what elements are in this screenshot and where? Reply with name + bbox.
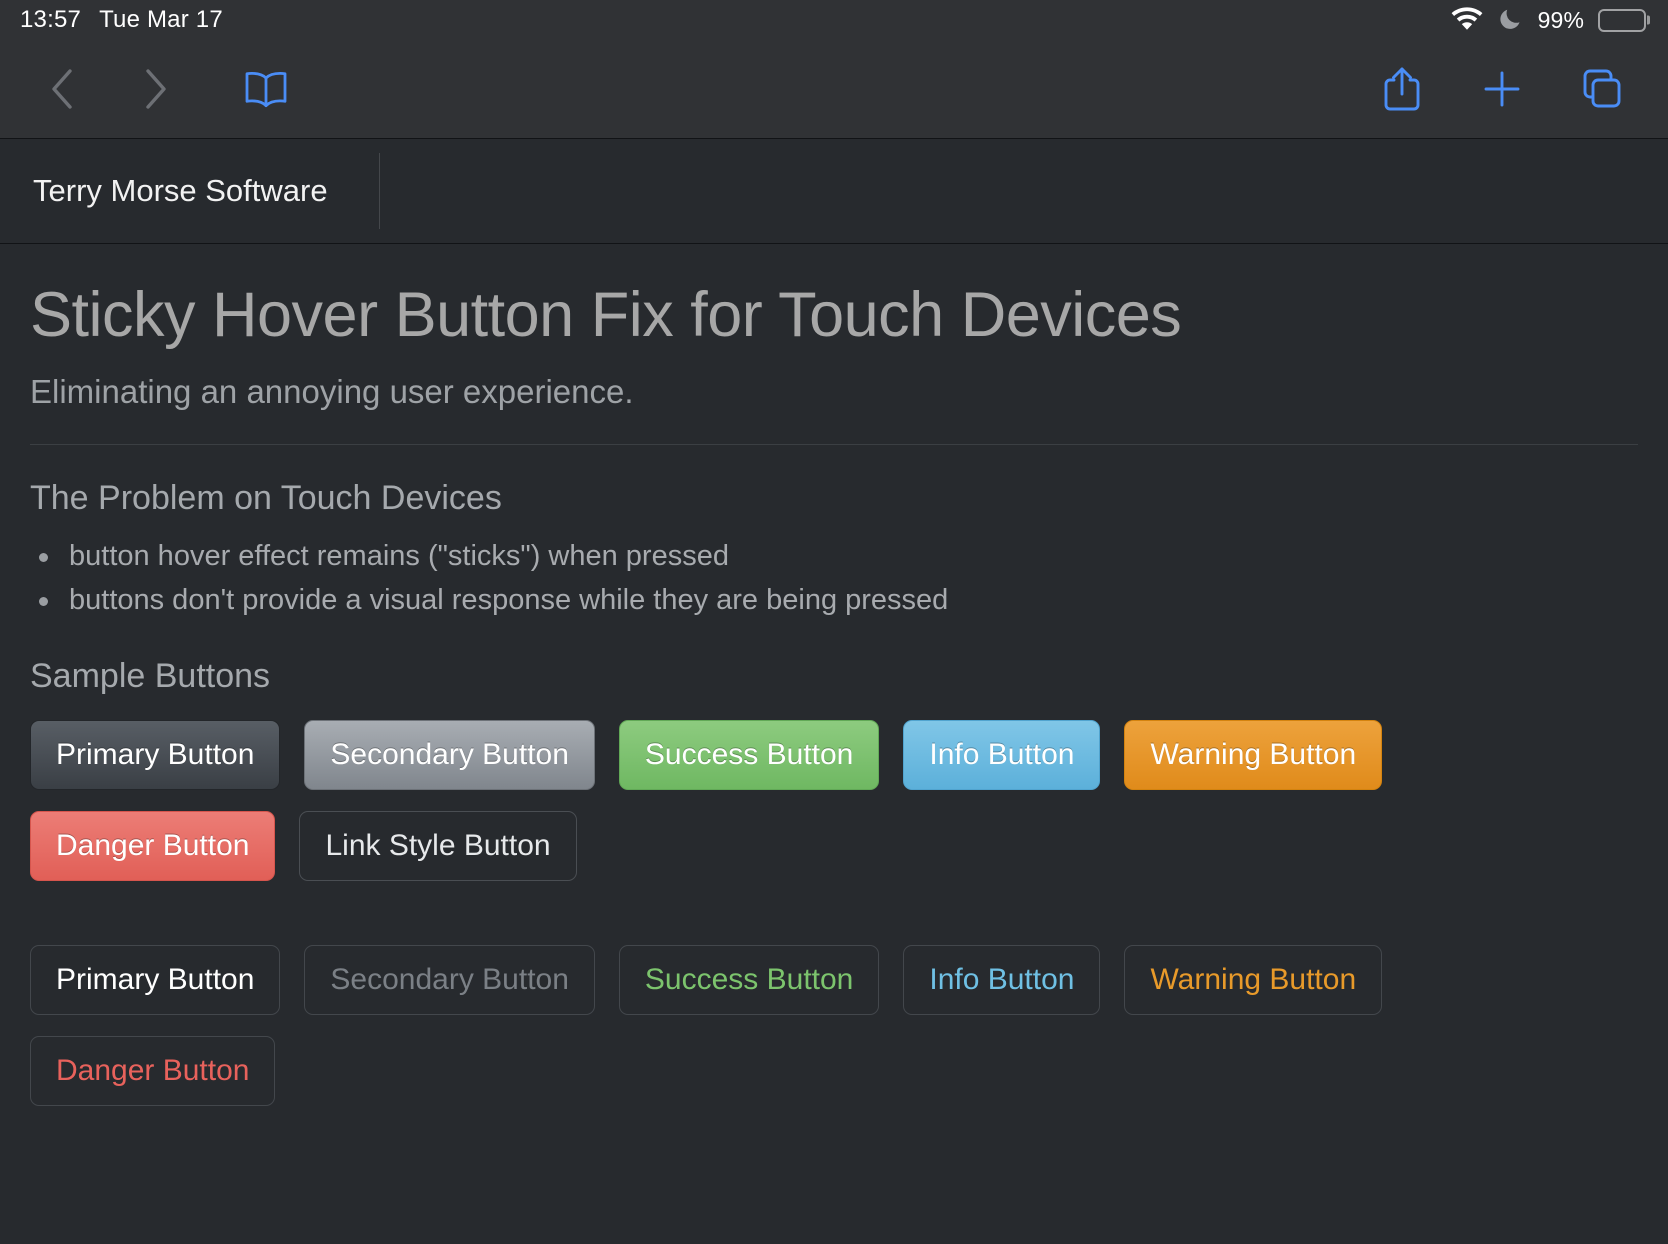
crescent-moon-icon [1498, 5, 1524, 36]
tabs-overview-icon[interactable] [1576, 63, 1628, 115]
toolbar-left-group [36, 63, 322, 115]
solid-button-row-2: Danger Button Link Style Button [30, 811, 1638, 882]
button-group-spacer [30, 881, 1638, 921]
success-button-solid[interactable]: Success Button [618, 720, 880, 791]
book-icon[interactable] [240, 63, 292, 115]
warning-button-solid[interactable]: Warning Button [1124, 720, 1383, 791]
info-button-solid[interactable]: Info Button [903, 720, 1101, 791]
back-button[interactable] [36, 63, 88, 115]
plus-icon[interactable] [1476, 63, 1528, 115]
tab-title: Terry Morse Software [33, 173, 328, 208]
problem-bullet-list: button hover effect remains ("sticks") w… [30, 534, 1638, 624]
primary-button-solid[interactable]: Primary Button [30, 720, 281, 791]
status-bar-left: 13:57 Tue Mar 17 [20, 6, 223, 34]
page-subtitle: Eliminating an annoying user experience. [30, 372, 634, 410]
list-item: button hover effect remains ("sticks") w… [30, 534, 1638, 579]
status-date: Tue Mar 17 [99, 6, 223, 33]
browser-toolbar [0, 40, 1668, 138]
secondary-button-solid[interactable]: Secondary Button [304, 720, 595, 791]
primary-button-outline[interactable]: Primary Button [30, 945, 281, 1016]
tab-item[interactable]: Terry Morse Software [0, 139, 380, 243]
problem-section-heading: The Problem on Touch Devices [30, 478, 502, 517]
success-button-outline[interactable]: Success Button [618, 945, 880, 1016]
battery-percent-label: 99% [1537, 6, 1584, 33]
wifi-icon [1450, 5, 1484, 35]
status-bar: 13:57 Tue Mar 17 99% [0, 0, 1668, 40]
info-button-outline[interactable]: Info Button [903, 945, 1101, 1016]
page-content: Sticky Hover Button Fix for Touch Device… [0, 244, 1668, 1107]
toolbar-right-group [1328, 63, 1628, 115]
content-divider [30, 443, 1638, 445]
outline-button-row-1: Primary Button Secondary Button Success … [30, 945, 1638, 1016]
battery-icon [1598, 8, 1650, 32]
page-title: Sticky Hover Button Fix for Touch Device… [30, 280, 1182, 350]
list-item: buttons don't provide a visual response … [30, 578, 1638, 623]
status-bar-right: 99% [1450, 5, 1650, 36]
solid-button-row-1: Primary Button Secondary Button Success … [30, 720, 1638, 791]
share-icon[interactable] [1376, 63, 1428, 115]
link-style-button[interactable]: Link Style Button [299, 811, 577, 882]
danger-button-outline[interactable]: Danger Button [30, 1036, 276, 1107]
samples-section-heading: Sample Buttons [30, 657, 271, 696]
danger-button-solid[interactable]: Danger Button [30, 811, 276, 882]
status-time: 13:57 [20, 6, 82, 33]
secondary-button-outline[interactable]: Secondary Button [304, 945, 595, 1016]
tab-bar: Terry Morse Software [0, 138, 1668, 244]
outline-button-row-2: Danger Button [30, 1036, 1638, 1107]
warning-button-outline[interactable]: Warning Button [1124, 945, 1383, 1016]
forward-button[interactable] [130, 63, 182, 115]
